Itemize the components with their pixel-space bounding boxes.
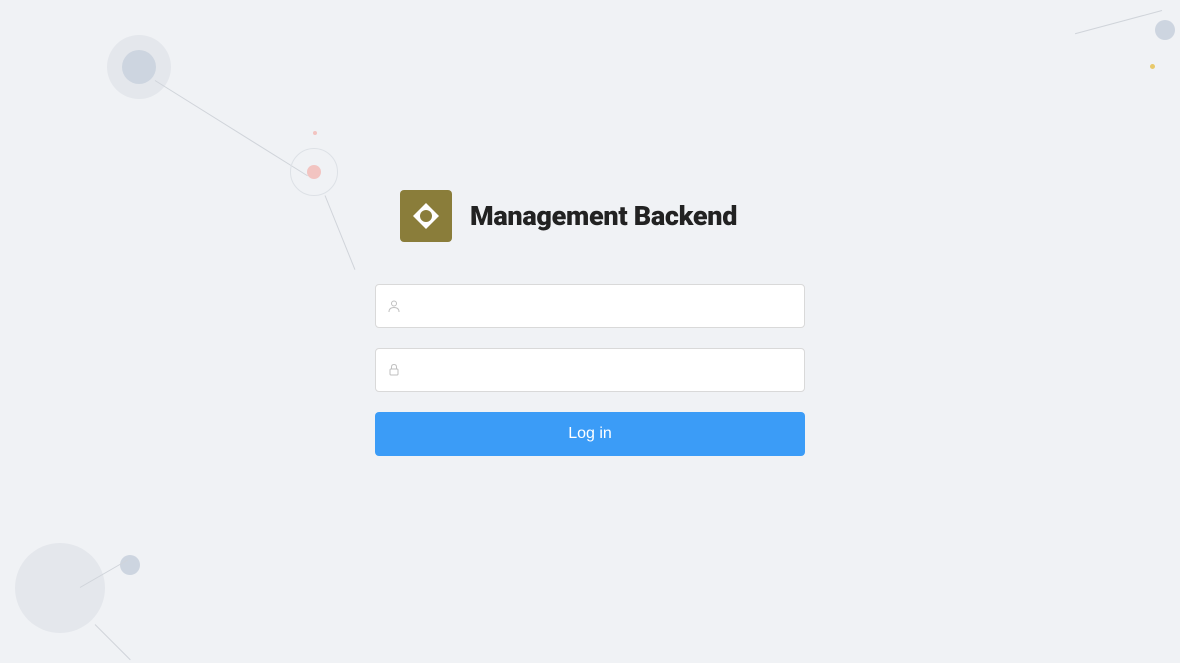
bg-decoration-circle [1155, 20, 1175, 40]
bg-decoration-dot [313, 131, 317, 135]
logo-header: Management Backend [375, 190, 805, 242]
password-input[interactable] [375, 348, 805, 392]
bg-decoration-circle-inner [122, 50, 156, 84]
username-input-wrapper [375, 284, 805, 328]
lock-icon [387, 363, 401, 377]
bg-decoration-line [155, 80, 308, 176]
password-input-wrapper [375, 348, 805, 392]
login-button[interactable]: Log in [375, 412, 805, 456]
bg-decoration-circle [290, 148, 338, 196]
diamond-logo-icon [410, 200, 442, 232]
bg-decoration-circle [107, 35, 171, 99]
bg-decoration-circle [120, 555, 140, 575]
bg-decoration-line [1075, 10, 1162, 34]
bg-decoration-circle [15, 543, 105, 633]
login-form: Management Backend Log in [375, 190, 805, 456]
username-input[interactable] [375, 284, 805, 328]
app-logo [400, 190, 452, 242]
bg-decoration-dot [1150, 64, 1155, 69]
bg-decoration-line [95, 624, 131, 660]
bg-decoration-line [325, 195, 356, 270]
app-title: Management Backend [470, 200, 737, 232]
bg-decoration-dot-pink [307, 165, 321, 179]
user-icon [387, 299, 401, 313]
